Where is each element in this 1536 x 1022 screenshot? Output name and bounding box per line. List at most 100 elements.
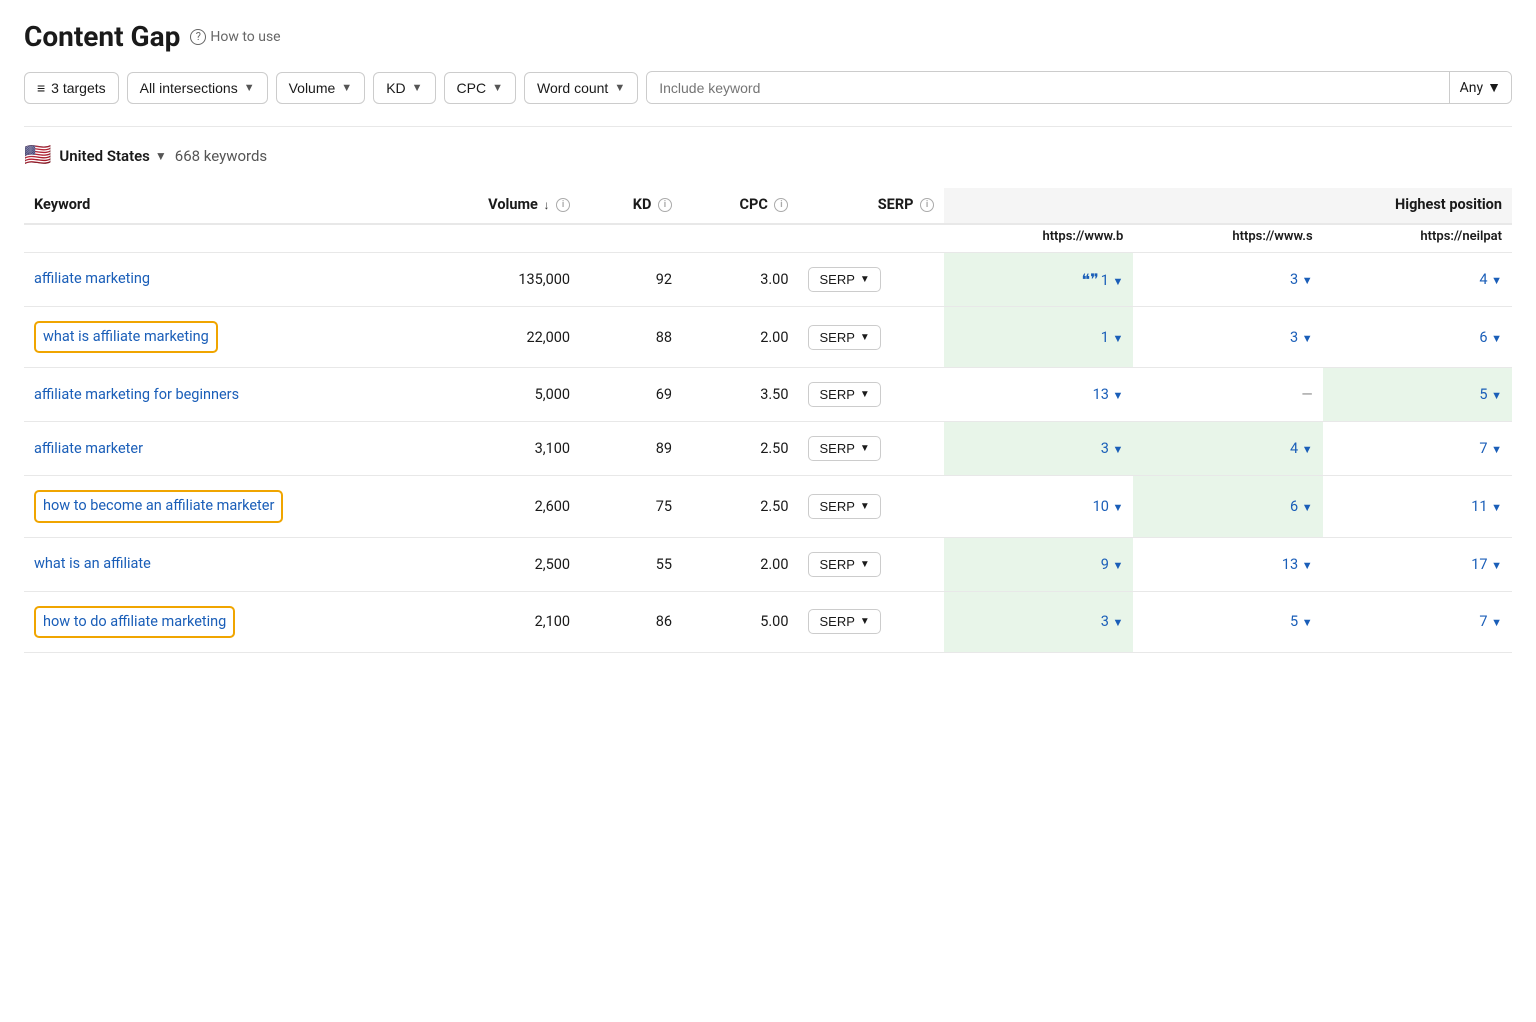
chevron-down-icon: ▼ bbox=[1487, 79, 1501, 96]
position-value: 7 bbox=[1479, 440, 1487, 457]
chevron-down-icon[interactable]: ▼ bbox=[1491, 559, 1502, 572]
volume-label: Volume bbox=[289, 80, 336, 96]
position-cell-2: 6 ▼ bbox=[1133, 476, 1322, 537]
chevron-down-icon[interactable]: ▼ bbox=[1302, 274, 1313, 287]
keyword-cell[interactable]: affiliate marketer bbox=[24, 422, 432, 476]
targets-label: 3 targets bbox=[51, 80, 105, 96]
how-to-use-label: How to use bbox=[210, 29, 280, 45]
keyword-cell[interactable]: what is an affiliate bbox=[24, 537, 432, 591]
targets-button[interactable]: ≡ 3 targets bbox=[24, 72, 119, 104]
chevron-down-icon[interactable]: ▼ bbox=[1112, 501, 1123, 514]
any-button[interactable]: Any ▼ bbox=[1449, 72, 1511, 103]
any-label: Any bbox=[1460, 80, 1484, 96]
chevron-down-icon[interactable]: ▼ bbox=[1112, 275, 1123, 288]
quote-icon: ❝❞ bbox=[1082, 270, 1099, 289]
divider bbox=[24, 126, 1512, 127]
help-icon: ? bbox=[190, 29, 206, 45]
how-to-use-link[interactable]: ? How to use bbox=[190, 29, 280, 45]
keyword-cell-highlighted[interactable]: how to become an affiliate marketer bbox=[34, 490, 283, 522]
chevron-down-icon[interactable]: ▼ bbox=[1302, 443, 1313, 456]
region-name: United States bbox=[59, 147, 149, 165]
position-value: 13 bbox=[1282, 556, 1298, 573]
results-table: Keyword Volume ↓ i KD i CPC i bbox=[24, 188, 1512, 653]
chevron-down-icon[interactable]: ▼ bbox=[1112, 443, 1123, 456]
position-cell-1: 3 ▼ bbox=[944, 422, 1133, 476]
chevron-down-icon[interactable]: ▼ bbox=[1302, 559, 1313, 572]
kd-button[interactable]: KD ▼ bbox=[373, 72, 435, 104]
serp-cell: SERP ▼ bbox=[798, 476, 944, 537]
kd-cell: 88 bbox=[580, 307, 682, 368]
serp-button[interactable]: SERP ▼ bbox=[808, 325, 880, 350]
serp-button[interactable]: SERP ▼ bbox=[808, 552, 880, 577]
position-cell-1: 13 ▼ bbox=[944, 368, 1133, 422]
keyword-cell-highlighted[interactable]: how to do affiliate marketing bbox=[34, 606, 235, 638]
position-value: 3 bbox=[1290, 329, 1298, 346]
cpc-cell: 2.00 bbox=[682, 537, 798, 591]
include-keyword-input[interactable] bbox=[647, 73, 1448, 103]
volume-cell: 2,500 bbox=[432, 537, 580, 591]
position-value: 6 bbox=[1290, 498, 1298, 515]
volume-button[interactable]: Volume ▼ bbox=[276, 72, 366, 104]
table-body: affiliate marketing135,000923.00SERP ▼❝❞… bbox=[24, 253, 1512, 653]
position-cell-1: 10 ▼ bbox=[944, 476, 1133, 537]
col-header-volume[interactable]: Volume ↓ i bbox=[432, 188, 580, 224]
serp-button[interactable]: SERP ▼ bbox=[808, 494, 880, 519]
serp-cell: SERP ▼ bbox=[798, 368, 944, 422]
kd-label: KD bbox=[386, 80, 405, 96]
keyword-cell-highlighted[interactable]: what is affiliate marketing bbox=[34, 321, 218, 353]
keyword-cell[interactable]: affiliate marketing bbox=[24, 253, 432, 307]
col-header-serp[interactable]: SERP i bbox=[798, 188, 944, 224]
sort-down-icon: ↓ bbox=[543, 198, 549, 212]
cpc-cell: 3.00 bbox=[682, 253, 798, 307]
serp-button[interactable]: SERP ▼ bbox=[808, 609, 880, 634]
chevron-down-icon[interactable]: ▼ bbox=[1491, 274, 1502, 287]
position-value: 13 bbox=[1093, 386, 1109, 403]
position-cell-2: 4 ▼ bbox=[1133, 422, 1322, 476]
serp-cell: SERP ▼ bbox=[798, 537, 944, 591]
chevron-down-icon[interactable]: ▼ bbox=[1302, 332, 1313, 345]
serp-button[interactable]: SERP ▼ bbox=[808, 382, 880, 407]
col-header-kd[interactable]: KD i bbox=[580, 188, 682, 224]
page-title: Content Gap bbox=[24, 20, 180, 53]
chevron-down-icon[interactable]: ▼ bbox=[1302, 501, 1313, 514]
chevron-down-icon: ▼ bbox=[412, 82, 423, 94]
intersections-label: All intersections bbox=[140, 80, 238, 96]
word-count-label: Word count bbox=[537, 80, 608, 96]
chevron-down-icon[interactable]: ▼ bbox=[1112, 332, 1123, 345]
position-value: 4 bbox=[1290, 440, 1298, 457]
region-row: 🇺🇸 United States ▼ 668 keywords bbox=[24, 143, 1512, 168]
position-value: 9 bbox=[1101, 556, 1109, 573]
col-header-cpc[interactable]: CPC i bbox=[682, 188, 798, 224]
chevron-down-icon[interactable]: ▼ bbox=[1491, 332, 1502, 345]
cpc-button[interactable]: CPC ▼ bbox=[444, 72, 516, 104]
serp-cell: SERP ▼ bbox=[798, 422, 944, 476]
kd-cell: 86 bbox=[580, 591, 682, 652]
chevron-down-icon[interactable]: ▼ bbox=[1491, 389, 1502, 402]
chevron-down-icon[interactable]: ▼ bbox=[1302, 616, 1313, 629]
position-cell-1: ❝❞1 ▼ bbox=[944, 253, 1133, 307]
serp-button[interactable]: SERP ▼ bbox=[808, 436, 880, 461]
chevron-down-icon[interactable]: ▼ bbox=[1491, 443, 1502, 456]
position-cell-2: 3 ▼ bbox=[1133, 253, 1322, 307]
word-count-button[interactable]: Word count ▼ bbox=[524, 72, 638, 104]
table-row: what is an affiliate2,500552.00SERP ▼9 ▼… bbox=[24, 537, 1512, 591]
chevron-down-icon[interactable]: ▼ bbox=[1112, 559, 1123, 572]
position-value: 5 bbox=[1290, 613, 1298, 630]
chevron-down-icon[interactable]: ▼ bbox=[1112, 389, 1123, 402]
serp-button[interactable]: SERP ▼ bbox=[808, 267, 880, 292]
chevron-down-icon[interactable]: ▼ bbox=[1491, 501, 1502, 514]
table-header-row: Keyword Volume ↓ i KD i CPC i bbox=[24, 188, 1512, 224]
info-icon: i bbox=[920, 198, 934, 212]
intersections-button[interactable]: All intersections ▼ bbox=[127, 72, 268, 104]
chevron-down-icon[interactable]: ▼ bbox=[1112, 616, 1123, 629]
chevron-down-icon[interactable]: ▼ bbox=[1491, 616, 1502, 629]
position-cell-2: 5 ▼ bbox=[1133, 591, 1322, 652]
table-row: what is affiliate marketing22,000882.00S… bbox=[24, 307, 1512, 368]
table-row: affiliate marketing for beginners5,00069… bbox=[24, 368, 1512, 422]
position-value: 3 bbox=[1101, 440, 1109, 457]
keyword-cell[interactable]: affiliate marketing for beginners bbox=[24, 368, 432, 422]
region-button[interactable]: United States ▼ bbox=[59, 147, 166, 165]
position-cell-3: 11 ▼ bbox=[1323, 476, 1512, 537]
position-cell-2: 13 ▼ bbox=[1133, 537, 1322, 591]
cpc-cell: 3.50 bbox=[682, 368, 798, 422]
